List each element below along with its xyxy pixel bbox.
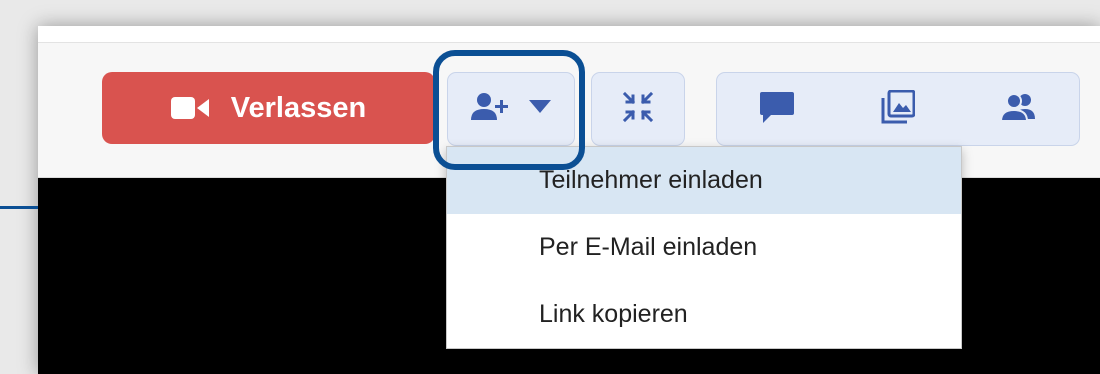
invite-dropdown-menu: Teilnehmer einladen Per E-Mail einladen …: [446, 146, 962, 349]
chat-bubble-icon: [759, 90, 795, 129]
compress-icon: [622, 91, 654, 128]
leave-button-label: Verlassen: [230, 91, 367, 124]
chat-button[interactable]: [717, 73, 837, 145]
side-panel-button-group: [716, 72, 1080, 146]
exit-fullscreen-button[interactable]: [591, 72, 685, 146]
image-gallery-icon: [881, 89, 916, 129]
users-icon: [999, 92, 1039, 127]
gallery-button[interactable]: [838, 73, 958, 145]
callout-line-annotation: [0, 206, 38, 209]
leave-button[interactable]: Verlassen: [102, 72, 435, 144]
add-user-icon: [471, 92, 511, 127]
menu-item-label: Link kopieren: [539, 300, 688, 328]
participants-button[interactable]: [959, 73, 1079, 145]
menu-item-label: Teilnehmer einladen: [539, 166, 763, 194]
menu-item-invite-participants[interactable]: Teilnehmer einladen: [447, 147, 961, 214]
menu-item-copy-link[interactable]: Link kopieren: [447, 281, 961, 348]
video-camera-icon: [170, 95, 209, 121]
menu-item-invite-email[interactable]: Per E-Mail einladen: [447, 214, 961, 281]
window-top-strip: [38, 26, 1100, 43]
menu-item-label: Per E-Mail einladen: [539, 233, 758, 261]
invite-dropdown-button[interactable]: [447, 72, 575, 146]
caret-down-icon: [529, 99, 551, 119]
